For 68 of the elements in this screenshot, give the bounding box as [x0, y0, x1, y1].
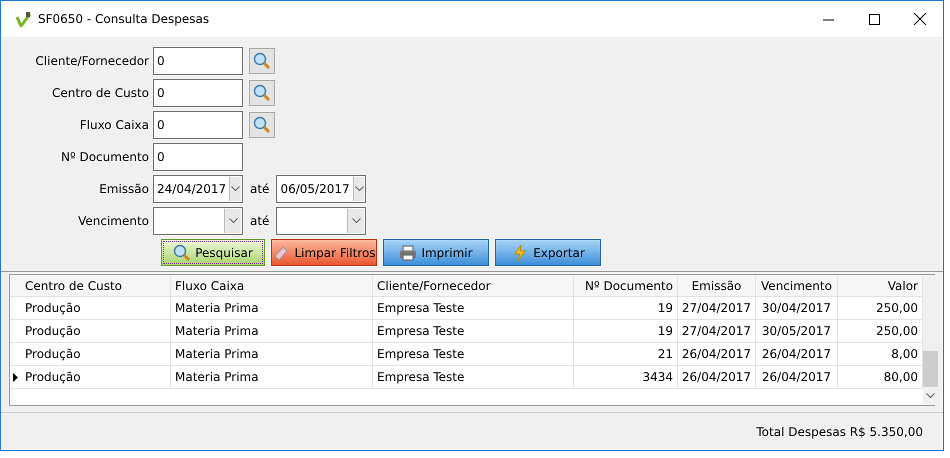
date-picker[interactable]: 06/05/2017 [276, 175, 366, 203]
scroll-down-icon[interactable] [926, 393, 935, 399]
action-button[interactable]: Limpar Filtros [271, 239, 377, 266]
input-field[interactable]: 0 [153, 143, 243, 171]
field-label: Nº Documento [60, 149, 150, 166]
field-label: Centro de Custo [51, 85, 150, 102]
table-cell: 3434 [574, 366, 678, 388]
search-button[interactable] [249, 48, 275, 74]
search-button[interactable] [249, 80, 275, 106]
range-label: até [249, 213, 270, 230]
date-picker[interactable] [276, 207, 366, 235]
field-label: Fluxo Caixa [78, 117, 150, 134]
column-header[interactable]: Nº Documento [574, 275, 678, 296]
scrollbar[interactable] [923, 275, 938, 405]
field-label: Emissão [98, 181, 150, 198]
date-picker[interactable] [153, 207, 243, 235]
column-header[interactable]: Cliente/Fornecedor [373, 275, 574, 296]
caret-icon [228, 218, 238, 224]
table-cell: 19 [574, 297, 678, 319]
table-cell: Empresa Teste [373, 366, 574, 388]
caret-icon [231, 186, 240, 192]
table-cell: 30/04/2017 [756, 297, 838, 319]
field-label: Cliente/Fornecedor [34, 53, 150, 70]
search-icon [173, 244, 192, 262]
caret-icon [352, 218, 361, 224]
table-cell: Materia Prima [171, 297, 373, 319]
table-cell: 19 [574, 320, 678, 342]
table-cell: Materia Prima [171, 343, 373, 365]
table-cell: 21 [574, 343, 678, 365]
table-cell: Produção [21, 366, 171, 388]
table-cell: Empresa Teste [373, 297, 574, 319]
caret-icon [354, 186, 364, 192]
action-button[interactable]: Exportar [495, 239, 601, 266]
table-cell: 26/04/2017 [756, 343, 838, 365]
table-cell: 26/04/2017 [756, 366, 838, 388]
table-cell: Materia Prima [171, 320, 373, 342]
window-title: SF0650 - Consulta Despesas [38, 11, 210, 28]
field-label: Vencimento [77, 213, 150, 230]
maximize-icon [868, 14, 880, 24]
action-button[interactable]: Imprimir [383, 239, 489, 266]
table-cell: Empresa Teste [373, 320, 574, 342]
scroll-thumb[interactable] [923, 351, 938, 387]
table-cell: 27/04/2017 [678, 320, 756, 342]
action-button[interactable]: Pesquisar [161, 239, 265, 266]
search-button[interactable] [249, 112, 275, 138]
table-cell: 27/04/2017 [678, 297, 756, 319]
input-field[interactable]: 0 [153, 79, 243, 107]
total-label: Total Despesas R$ 5.350,00 [756, 424, 923, 440]
range-label: até [249, 181, 270, 198]
close-icon [914, 13, 926, 25]
table-cell: 26/04/2017 [678, 343, 756, 365]
date-picker[interactable]: 24/04/2017 [153, 175, 243, 203]
input-field[interactable]: 0 [153, 111, 243, 139]
eraser-icon [272, 244, 290, 262]
input-field[interactable]: 0 [153, 47, 243, 75]
table-cell: Produção [21, 320, 171, 342]
table-cell: 26/04/2017 [678, 366, 756, 388]
table-cell: Produção [21, 343, 171, 365]
column-header[interactable]: Vencimento [756, 275, 838, 296]
column-header[interactable]: Centro de Custo [21, 275, 171, 296]
table-cell: Empresa Teste [373, 343, 574, 365]
table-cell: 30/05/2017 [756, 320, 838, 342]
table-cell: Produção [21, 297, 171, 319]
column-header[interactable]: Fluxo Caixa [171, 275, 373, 296]
table-cell: Materia Prima [171, 366, 373, 388]
column-header[interactable]: Emissão [678, 275, 756, 296]
printer-icon [399, 244, 418, 262]
app-logo-icon [16, 11, 32, 27]
